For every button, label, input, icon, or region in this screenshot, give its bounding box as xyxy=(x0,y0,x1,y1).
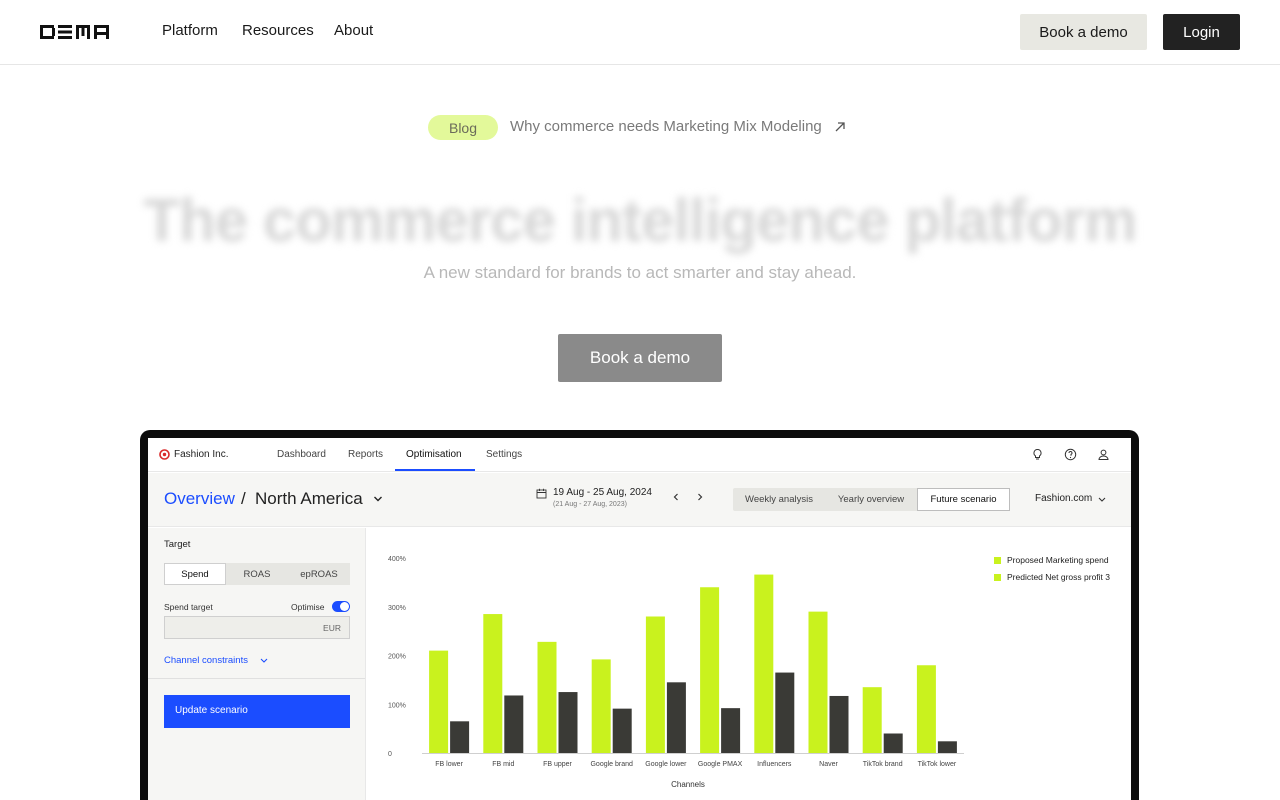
bar-spend xyxy=(808,611,828,753)
bar-profit xyxy=(883,733,903,753)
top-nav: Platform Resources About Book a demo Log… xyxy=(0,0,1280,65)
nav-platform[interactable]: Platform xyxy=(162,22,218,39)
chevron-down-icon[interactable] xyxy=(260,658,268,664)
bar-profit xyxy=(829,695,849,753)
bar-spend xyxy=(645,616,665,753)
y-tick-label: 400% xyxy=(388,556,406,563)
dema-logo[interactable] xyxy=(40,24,110,40)
x-tick-label: Naver xyxy=(819,761,838,768)
spend-target-label: Spend target xyxy=(164,602,213,612)
view-weekly-analysis[interactable]: Weekly analysis xyxy=(733,488,825,511)
bar-profit xyxy=(504,695,524,753)
blog-badge[interactable]: Blog xyxy=(428,115,498,140)
bar-spend xyxy=(916,665,936,753)
bar-profit xyxy=(612,708,632,753)
bar-spend xyxy=(429,650,449,753)
breadcrumb-separator: / xyxy=(241,489,246,508)
bar-spend xyxy=(862,687,882,753)
target-metric-switcher: Spend ROAS epROAS xyxy=(164,563,350,585)
scenario-panel: Target Spend ROAS epROAS Spend target Op… xyxy=(148,528,366,800)
brand-logo-icon xyxy=(159,449,170,460)
blog-link[interactable]: Why commerce needs Marketing Mix Modelin… xyxy=(510,118,822,135)
bar-spend xyxy=(483,614,503,753)
metric-spend[interactable]: Spend xyxy=(164,563,226,585)
target-label: Target xyxy=(164,539,191,550)
bar-chart: 0 100% 200% 300% 400% FB lower FB mid FB upper G… xyxy=(388,556,964,789)
y-tick-label: 300% xyxy=(388,605,406,612)
region-selector[interactable]: North America xyxy=(255,489,363,509)
x-axis-label: Channels xyxy=(671,780,705,789)
hero-title: The commerce intelligence platform xyxy=(143,187,1138,254)
tab-dashboard[interactable]: Dashboard xyxy=(277,449,326,460)
app-top-bar: Fashion Inc. Dashboard Reports Optimisat… xyxy=(148,438,1131,472)
x-tick-label: Google brand xyxy=(590,761,633,768)
compare-date-range: (21 Aug - 27 Aug, 2023) xyxy=(553,501,627,508)
x-tick-label: FB lower xyxy=(435,761,463,768)
tab-reports[interactable]: Reports xyxy=(348,449,383,460)
bar-profit xyxy=(558,692,578,753)
channel-constraints-toggle[interactable]: Channel constraints xyxy=(164,655,248,666)
bar-profit xyxy=(721,708,741,753)
bar-spend xyxy=(700,587,720,753)
x-tick-label: FB mid xyxy=(492,761,514,768)
bar-spend xyxy=(537,641,557,753)
lightbulb-icon[interactable] xyxy=(1031,448,1044,461)
nav-resources[interactable]: Resources xyxy=(242,22,314,39)
bar-profit xyxy=(937,741,957,753)
help-icon[interactable] xyxy=(1064,448,1077,461)
bar-profit xyxy=(666,682,686,753)
x-tick-label: Influencers xyxy=(757,761,792,768)
nav-about[interactable]: About xyxy=(334,22,373,39)
toggle-knob xyxy=(340,602,349,611)
bar-profit xyxy=(775,672,795,753)
book-demo-nav-button[interactable]: Book a demo xyxy=(1020,14,1147,50)
hero-subtitle: A new standard for brands to act smarter… xyxy=(423,263,857,282)
breadcrumb-overview[interactable]: Overview xyxy=(164,489,235,509)
legend-swatch-spend xyxy=(994,557,1001,564)
tab-settings[interactable]: Settings xyxy=(486,449,522,460)
legend-swatch-profit xyxy=(994,574,1001,581)
user-icon[interactable] xyxy=(1097,448,1110,461)
update-scenario-button[interactable]: Update scenario xyxy=(164,695,350,728)
metric-eproas[interactable]: epROAS xyxy=(288,563,350,585)
y-tick-label: 200% xyxy=(388,654,406,661)
active-tab-indicator xyxy=(395,469,475,471)
view-yearly-overview[interactable]: Yearly overview xyxy=(825,488,917,511)
arrow-up-right-icon xyxy=(835,122,845,132)
y-tick-label: 100% xyxy=(388,702,406,709)
tab-optimisation[interactable]: Optimisation xyxy=(406,449,462,460)
x-tick-label: TikTok lower xyxy=(918,761,957,768)
x-tick-label: Google lower xyxy=(645,761,687,768)
panel-divider xyxy=(148,678,365,679)
bar-spend xyxy=(754,574,774,753)
login-button[interactable]: Login xyxy=(1163,14,1240,50)
brand-name: Fashion Inc. xyxy=(174,449,229,460)
x-tick-label: Google PMAX xyxy=(698,761,743,768)
legend-profit[interactable]: Predicted Net gross profit 3 xyxy=(1007,572,1110,582)
book-demo-hero-button[interactable]: Book a demo xyxy=(558,334,722,382)
calendar-icon xyxy=(536,488,547,499)
date-range[interactable]: 19 Aug - 25 Aug, 2024 xyxy=(553,487,652,498)
y-tick-label: 0 xyxy=(388,751,392,758)
channel-chart: 0 100% 200% 300% 400% FB lower FB mid FB upper G… xyxy=(367,528,1131,800)
chevron-down-icon[interactable] xyxy=(373,495,383,503)
x-tick-label: TikTok brand xyxy=(863,761,903,768)
bar-profit xyxy=(450,721,470,753)
page-header: Overview / North America 19 Aug - 25 Aug… xyxy=(148,473,1131,527)
optimise-label: Optimise xyxy=(291,602,325,612)
bar-spend xyxy=(591,659,611,753)
chevron-down-icon[interactable] xyxy=(1098,497,1106,503)
spend-target-input[interactable]: EUR xyxy=(164,616,350,639)
app-screen: Fashion Inc. Dashboard Reports Optimisat… xyxy=(148,438,1131,800)
metric-roas[interactable]: ROAS xyxy=(226,563,288,585)
chevron-left-icon[interactable] xyxy=(672,492,680,502)
store-selector[interactable]: Fashion.com xyxy=(1035,493,1092,504)
view-switcher: Weekly analysis Yearly overview Future s… xyxy=(733,488,1010,511)
view-future-scenario[interactable]: Future scenario xyxy=(917,488,1010,511)
chevron-right-icon[interactable] xyxy=(696,492,704,502)
legend-spend[interactable]: Proposed Marketing spend xyxy=(1007,555,1109,565)
x-tick-label: FB upper xyxy=(543,761,572,768)
